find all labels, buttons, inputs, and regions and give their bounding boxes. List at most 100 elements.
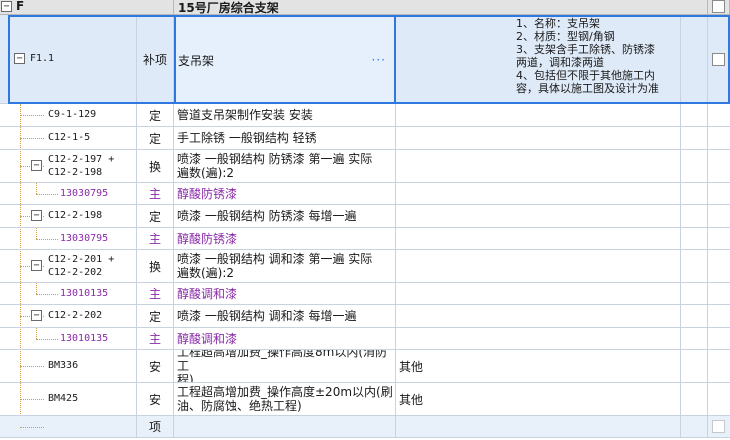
features-cell[interactable] — [396, 328, 681, 350]
features-cell[interactable] — [396, 305, 681, 328]
type-cell[interactable]: 定 — [137, 305, 174, 328]
row-checkbox[interactable] — [712, 420, 725, 433]
item-type: 项 — [148, 420, 161, 434]
features-cell[interactable] — [396, 283, 681, 305]
features-cell[interactable] — [396, 250, 681, 283]
group-letter: F — [16, 0, 25, 13]
quota-row[interactable]: C9-1-129 定 管道支吊架制作安装 安装 — [0, 104, 730, 127]
name-cell[interactable]: 醇酸防锈漆 — [174, 183, 396, 205]
type-cell[interactable]: 定 — [137, 127, 174, 150]
features-cell[interactable] — [396, 104, 681, 127]
collapse-icon[interactable]: − — [1, 1, 12, 12]
quota-row[interactable]: − C12-2-202 定 喷漆 一般钢结构 调和漆 每增一遍 — [0, 305, 730, 328]
unit-cell[interactable] — [681, 205, 708, 228]
check-cell — [708, 328, 730, 350]
name-cell[interactable]: 工程超高增加费_操作高度8m以内(消防工 程) — [174, 350, 396, 383]
code-cell[interactable]: − C12-2-201 + C12-2-202 — [0, 250, 137, 283]
unit-cell[interactable] — [681, 228, 708, 250]
unit-cell[interactable] — [681, 305, 708, 328]
code-cell[interactable]: C9-1-129 — [0, 104, 137, 127]
type-cell[interactable]: 主 — [137, 228, 174, 250]
check-cell — [708, 150, 730, 183]
material-row[interactable]: 13030795 主醇酸防锈漆 — [0, 228, 730, 250]
features-cell[interactable] — [396, 183, 681, 205]
group-header-row[interactable]: − F 15号厂房综合支架 — [0, 0, 730, 15]
name-edit-box[interactable]: 支吊架 ··· — [174, 15, 396, 104]
code-cell[interactable]: 13010135 — [0, 283, 137, 305]
type-cell[interactable]: 主 — [137, 183, 174, 205]
parent-type-cell[interactable]: 补项 — [137, 15, 174, 104]
unit-cell[interactable] — [681, 383, 708, 416]
code-line: C12-2-202 — [48, 310, 103, 321]
code-cell[interactable]: BM425 — [0, 383, 137, 416]
name-cell[interactable]: 手工除锈 一般钢结构 轻锈 — [174, 127, 396, 150]
unit-cell[interactable] — [681, 328, 708, 350]
name-cell[interactable]: 喷漆 一般钢结构 防锈漆 第一遍 实际 遍数(遍):2 — [174, 150, 396, 183]
parent-features-cell[interactable]: 1、名称：支吊架 2、材质：型钢/角钢 3、支架含手工除锈、防锈漆 两道，调和漆两道 4… — [396, 15, 681, 104]
type-cell[interactable]: 定 — [137, 205, 174, 228]
parent-code-cell[interactable]: − F1.1 — [0, 15, 137, 104]
type-cell[interactable]: 定 — [137, 104, 174, 127]
type-cell[interactable]: 换 — [137, 250, 174, 283]
name-cell[interactable]: 醇酸调和漆 — [174, 283, 396, 305]
features-cell[interactable] — [396, 416, 681, 438]
name-cell[interactable]: 管道支吊架制作安装 安装 — [174, 104, 396, 127]
collapse-icon[interactable]: − — [31, 210, 42, 221]
unit-cell[interactable] — [681, 183, 708, 205]
type-cell[interactable]: 换 — [137, 150, 174, 183]
code-cell[interactable]: 13030795 — [0, 228, 137, 250]
unit-cell[interactable] — [681, 283, 708, 305]
name-cell[interactable]: 喷漆 一般钢结构 调和漆 每增一遍 — [174, 305, 396, 328]
quota-row[interactable]: − C12-2-198 定 喷漆 一般钢结构 防锈漆 每增一遍 — [0, 205, 730, 228]
row-checkbox[interactable] — [712, 53, 725, 66]
name-cell[interactable]: 醇酸防锈漆 — [174, 228, 396, 250]
code-cell[interactable]: 13010135 — [0, 328, 137, 350]
type-cell[interactable]: 主 — [137, 328, 174, 350]
collapse-icon[interactable]: − — [31, 310, 42, 321]
features-cell[interactable] — [396, 205, 681, 228]
code-cell[interactable]: 13030795 — [0, 183, 137, 205]
material-row[interactable]: 13030795 主醇酸防锈漆 — [0, 183, 730, 205]
features-cell[interactable] — [396, 127, 681, 150]
unit-cell[interactable] — [681, 416, 708, 438]
type-cell[interactable]: 项 — [137, 416, 174, 438]
code-cell[interactable]: − C12-2-197 + C12-2-198 — [0, 150, 137, 183]
new-row[interactable]: 项 — [0, 416, 730, 438]
quota-row[interactable]: − C12-2-201 + C12-2-202 换喷漆 一般钢结构 调和漆 第一遍 实… — [0, 250, 730, 283]
unit-cell[interactable] — [681, 350, 708, 383]
unit-cell[interactable] — [681, 150, 708, 183]
collapse-icon[interactable]: − — [31, 260, 42, 271]
material-row[interactable]: 13010135 主醇酸调和漆 — [0, 328, 730, 350]
code-cell[interactable] — [0, 416, 137, 438]
unit-cell[interactable] — [681, 250, 708, 283]
parent-unit-cell[interactable] — [681, 15, 708, 104]
quota-row[interactable]: BM425 安工程超高增加费_操作高度±20m以内(刷 油、防腐蚀、绝热工程) 其他 — [0, 383, 730, 416]
collapse-icon[interactable]: − — [31, 160, 42, 171]
unit-cell[interactable] — [681, 104, 708, 127]
code-cell[interactable]: − C12-2-198 — [0, 205, 137, 228]
name-cell[interactable]: 喷漆 一般钢结构 调和漆 第一遍 实际 遍数(遍):2 — [174, 250, 396, 283]
code-cell[interactable]: C12-1-5 — [0, 127, 137, 150]
more-icon[interactable]: ··· — [372, 53, 386, 67]
features-cell[interactable] — [396, 228, 681, 250]
name-cell[interactable]: 醇酸调和漆 — [174, 328, 396, 350]
name-cell[interactable]: 工程超高增加费_操作高度±20m以内(刷 油、防腐蚀、绝热工程) — [174, 383, 396, 416]
material-row[interactable]: 13010135 主醇酸调和漆 — [0, 283, 730, 305]
unit-cell[interactable] — [681, 127, 708, 150]
quota-row[interactable]: − C12-2-197 + C12-2-198 换喷漆 一般钢结构 防锈漆 第一遍 实… — [0, 150, 730, 183]
features-cell[interactable]: 其他 — [396, 350, 681, 383]
name-cell[interactable]: 喷漆 一般钢结构 防锈漆 每增一遍 — [174, 205, 396, 228]
item-code: C12-2-202 — [48, 309, 102, 322]
code-cell[interactable]: − C12-2-202 — [0, 305, 137, 328]
quota-row[interactable]: C12-1-5 定 手工除锈 一般钢结构 轻锈 — [0, 127, 730, 150]
code-cell[interactable]: BM336 — [0, 350, 137, 383]
type-cell[interactable]: 主 — [137, 283, 174, 305]
collapse-icon[interactable]: − — [14, 53, 25, 64]
name-cell[interactable] — [174, 416, 396, 438]
quota-row[interactable]: BM336 安工程超高增加费_操作高度8m以内(消防工 程) 其他 — [0, 350, 730, 383]
features-cell[interactable]: 其他 — [396, 383, 681, 416]
group-checkbox[interactable] — [712, 0, 725, 13]
features-cell[interactable] — [396, 150, 681, 183]
type-cell[interactable]: 安 — [137, 350, 174, 383]
type-cell[interactable]: 安 — [137, 383, 174, 416]
